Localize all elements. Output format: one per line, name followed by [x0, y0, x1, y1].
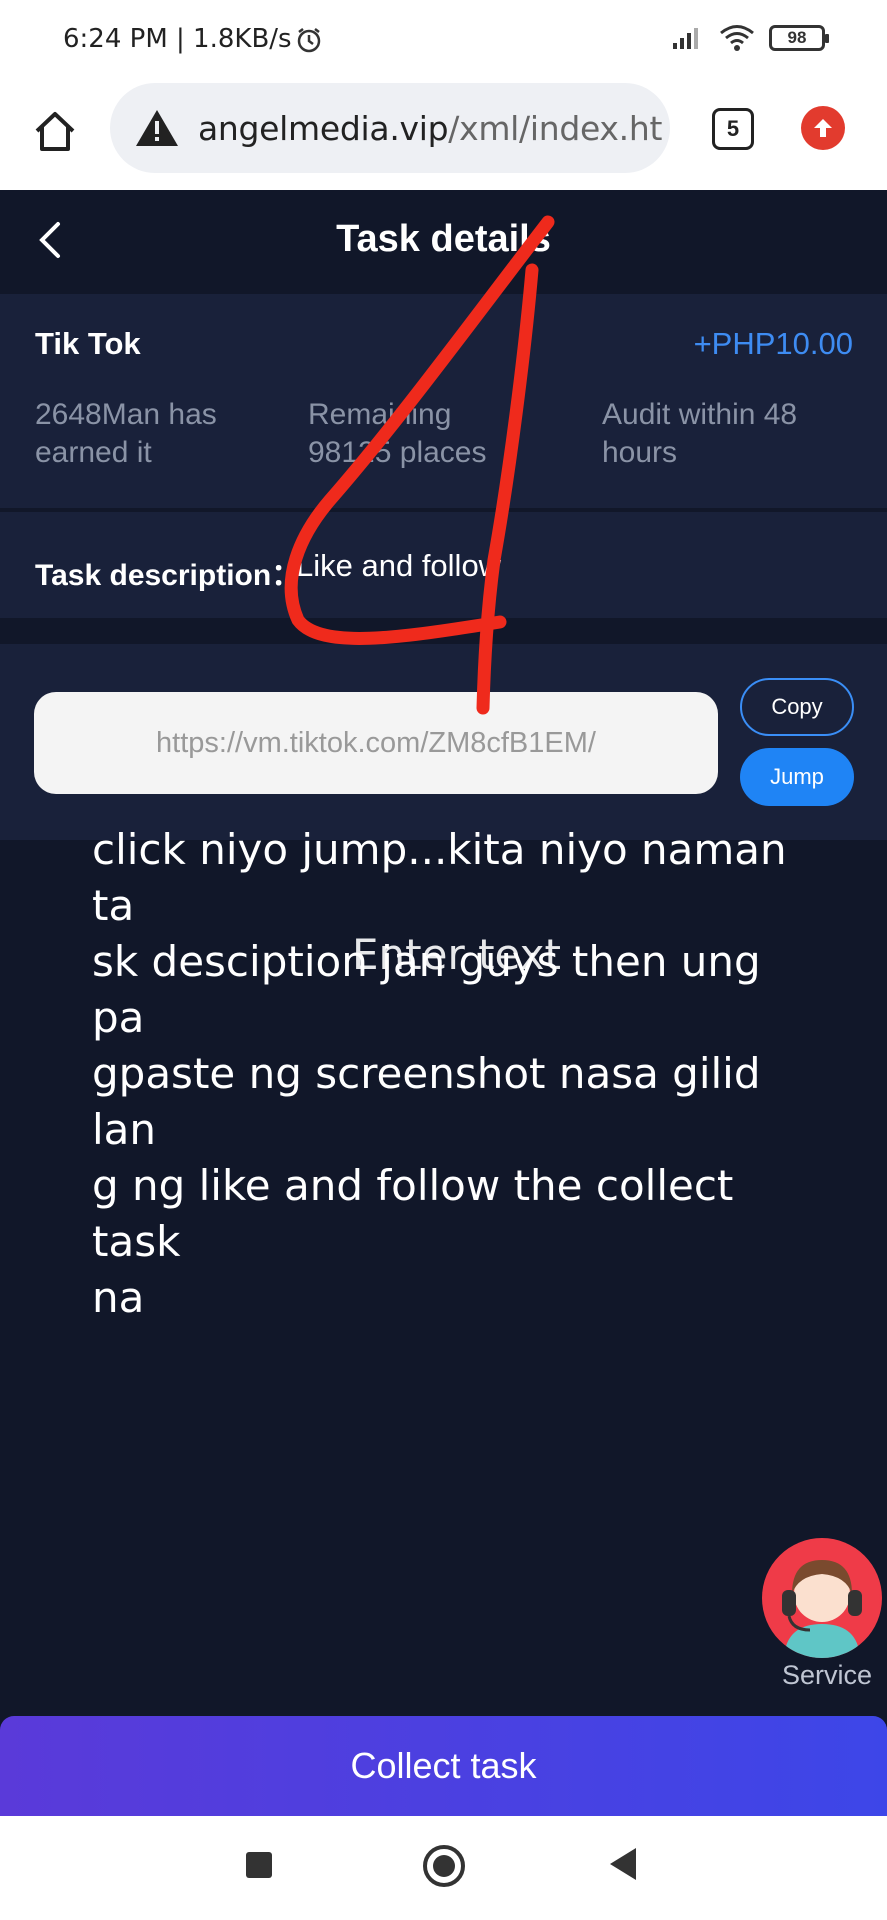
browser-home-button[interactable]: [26, 102, 84, 160]
task-platform-name: Tik Tok: [35, 326, 141, 361]
support-agent-icon: [764, 1540, 880, 1658]
arrow-up-icon: [814, 119, 832, 137]
task-description-value: Like and follow: [296, 548, 502, 583]
address-bar[interactable]: angelmedia.vip/xml/index.ht: [110, 83, 670, 173]
status-icons: 98: [671, 24, 829, 52]
system-navigation-bar: [0, 1816, 887, 1920]
wifi-icon: [720, 25, 754, 51]
earned-count: 2648Man has earned it: [35, 398, 217, 469]
status-bar: 6:24 PM | 1.8KB/s 98: [0, 0, 887, 78]
battery-indicator: 98: [769, 25, 829, 51]
url-domain: angelmedia.vip: [198, 108, 449, 148]
signal-icon: [673, 28, 698, 49]
task-description-row: Task description： Like and follow: [0, 512, 887, 618]
task-summary-card: Tik Tok +PHP10.00 2648Man has earned it …: [0, 294, 887, 508]
back-triangle-icon[interactable]: [610, 1848, 636, 1880]
url-text[interactable]: angelmedia.vip/xml/index.ht: [198, 109, 668, 148]
task-reward: +PHP10.00: [693, 326, 853, 361]
customer-service-widget[interactable]: Service: [762, 1538, 887, 1698]
service-label[interactable]: Service: [782, 1660, 872, 1691]
recent-apps-icon[interactable]: [246, 1852, 272, 1878]
status-time: 6:24 PM | 1.8KB/s: [63, 24, 292, 54]
annotation-note: click niyo jump...kita niyo naman ta sk …: [92, 825, 787, 1322]
jump-button[interactable]: Jump: [740, 748, 854, 806]
update-button[interactable]: [801, 106, 845, 150]
copy-button[interactable]: Copy: [740, 678, 854, 736]
service-avatar[interactable]: [762, 1538, 882, 1658]
warning-icon[interactable]: [134, 108, 180, 148]
audit-time: Audit within 48 hours: [602, 398, 798, 469]
page-header: Task details: [0, 190, 887, 290]
url-path: /xml/index.ht: [448, 108, 663, 148]
task-link-field[interactable]: https://vm.tiktok.com/ZM8cfB1EM/: [34, 692, 718, 794]
alarm-icon: [297, 28, 321, 53]
tabs-button[interactable]: 5: [712, 108, 754, 150]
page-title: Task details: [336, 218, 551, 260]
task-link-row: https://vm.tiktok.com/ZM8cfB1EM/ Copy Ju…: [0, 644, 887, 840]
collect-task-button[interactable]: Collect task: [0, 1716, 887, 1816]
home-circle-icon[interactable]: [423, 1845, 465, 1887]
home-icon: [35, 112, 75, 151]
annotation-placeholder: Enter text: [352, 930, 561, 979]
remaining-places: Remaining 98125 places: [308, 398, 487, 469]
task-description-label: Task description：: [35, 559, 302, 592]
browser-bar: angelmedia.vip/xml/index.ht 5: [0, 78, 887, 190]
